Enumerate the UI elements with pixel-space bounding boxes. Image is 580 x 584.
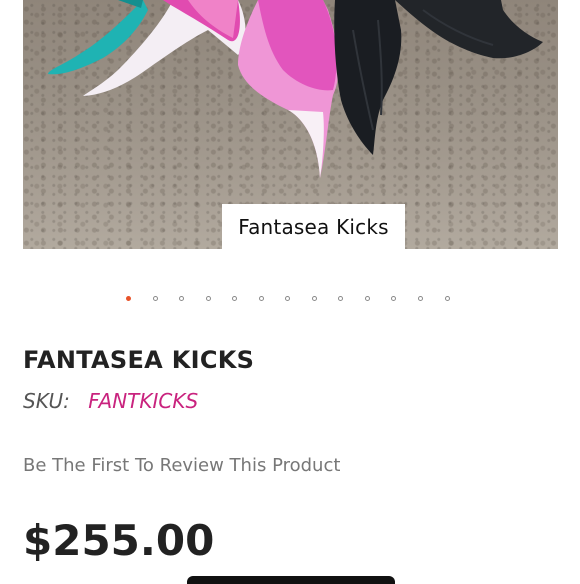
carousel-dot-7[interactable] [285, 296, 290, 301]
carousel-pagination [0, 291, 580, 307]
carousel-dot-6[interactable] [259, 296, 264, 301]
carousel-dot-12[interactable] [418, 296, 423, 301]
carousel-dot-8[interactable] [312, 296, 317, 301]
sku-row: SKU: FANTKICKS [23, 389, 198, 413]
carousel-dot-2[interactable] [153, 296, 158, 301]
carousel-dot-11[interactable] [391, 296, 396, 301]
carousel-dot-10[interactable] [365, 296, 370, 301]
carousel-dot-5[interactable] [232, 296, 237, 301]
carousel-dot-4[interactable] [206, 296, 211, 301]
carousel-dot-9[interactable] [338, 296, 343, 301]
image-caption: Fantasea Kicks [222, 204, 405, 249]
product-title: FANTASEA KICKS [23, 346, 255, 374]
product-price: $255.00 [23, 516, 215, 565]
review-link[interactable]: Be The First To Review This Product [23, 455, 340, 476]
carousel-dot-3[interactable] [179, 296, 184, 301]
add-to-cart-bar[interactable] [187, 576, 395, 584]
carousel-dot-1[interactable] [126, 296, 131, 301]
sku-value: FANTKICKS [88, 389, 199, 413]
product-image[interactable]: Fantasea Kicks [23, 0, 558, 249]
carousel-dot-13[interactable] [445, 296, 450, 301]
sku-label: SKU: [23, 389, 70, 413]
